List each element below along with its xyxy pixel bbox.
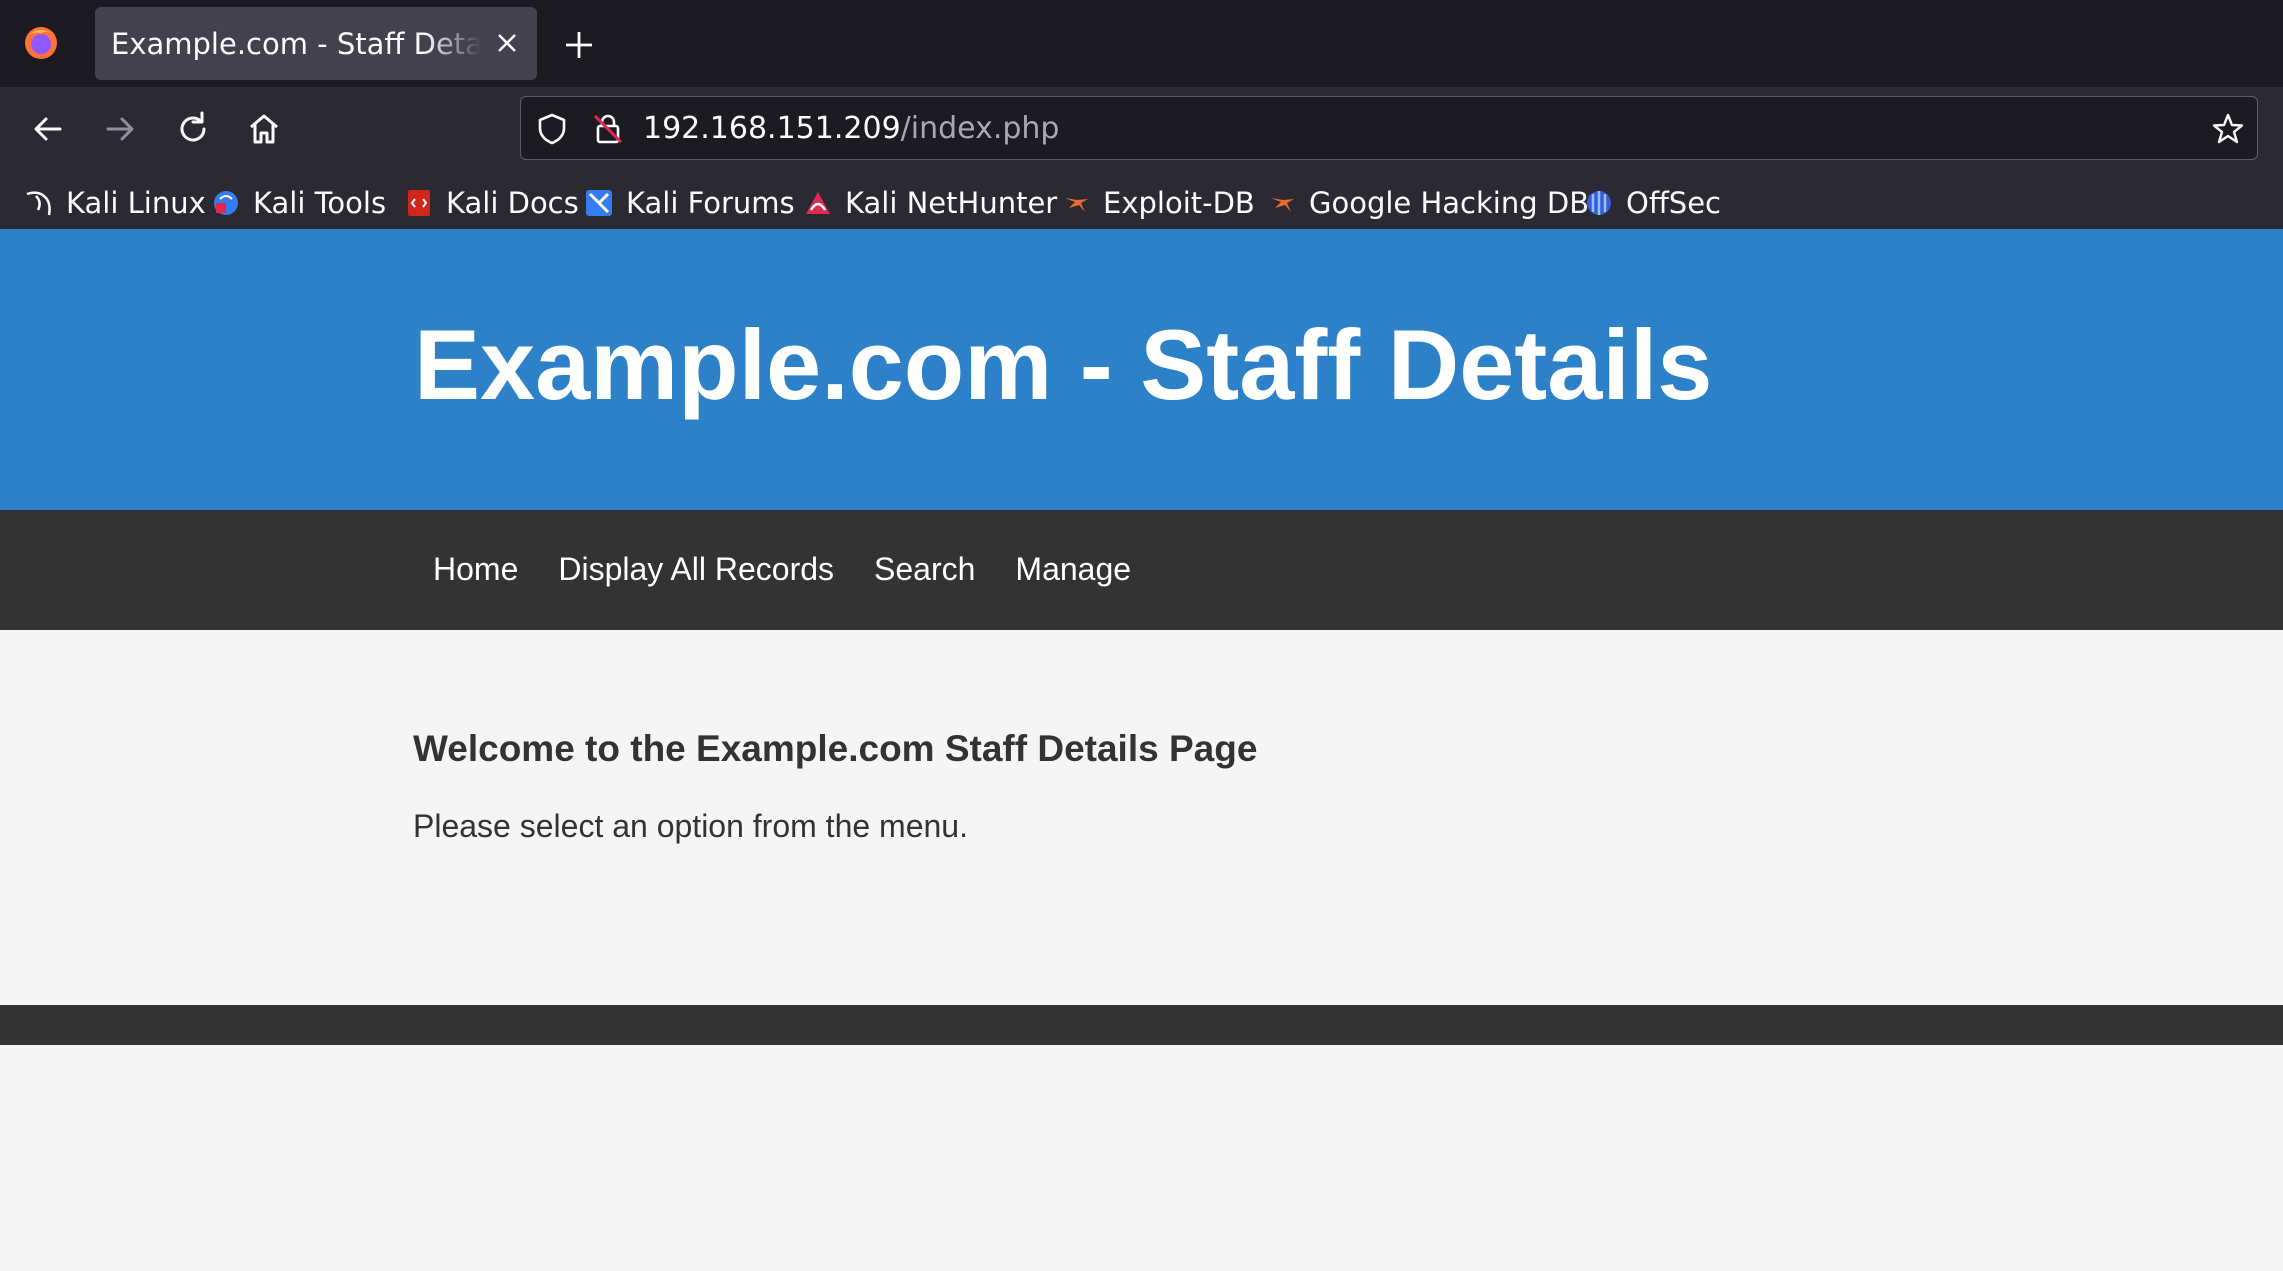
ghdb-icon bbox=[1271, 198, 1294, 212]
main-content: Welcome to the Example.com Staff Details… bbox=[0, 630, 2283, 1005]
bookmark-label: Kali NetHunter bbox=[845, 186, 1058, 220]
nav-manage-link[interactable]: Manage bbox=[1015, 549, 1131, 589]
bookmark-offsec[interactable]: OffSec bbox=[1584, 181, 1721, 225]
welcome-heading: Welcome to the Example.com Staff Details… bbox=[413, 728, 1258, 769]
bookmark-label: Google Hacking DB bbox=[1309, 186, 1590, 220]
site-title: Example.com - Staff Details bbox=[414, 309, 1713, 420]
kali-tools-icon bbox=[214, 191, 238, 215]
bookmark-label: Exploit-DB bbox=[1103, 186, 1255, 220]
bookmark-label: OffSec bbox=[1626, 186, 1722, 220]
back-arrow-icon[interactable] bbox=[28, 109, 68, 149]
offsec-icon bbox=[1587, 191, 1611, 215]
site-footer bbox=[0, 1005, 2283, 1045]
home-icon[interactable] bbox=[244, 109, 284, 149]
kali-docs-icon bbox=[408, 190, 430, 216]
bookmark-label: Kali Forums bbox=[626, 186, 795, 220]
bookmark-star-icon[interactable] bbox=[2211, 112, 2245, 146]
bookmark-kali-docs[interactable]: Kali Docs bbox=[404, 181, 579, 225]
firefox-icon[interactable] bbox=[22, 24, 60, 62]
new-tab-icon[interactable] bbox=[562, 28, 596, 62]
url-path: /index.php bbox=[900, 111, 1060, 146]
exploit-db-icon bbox=[1065, 198, 1088, 212]
close-icon[interactable] bbox=[493, 29, 521, 57]
bookmark-kali-nethunter[interactable]: Kali NetHunter bbox=[803, 181, 1057, 225]
bookmarks-toolbar: Kali Linux Kali Tools Kali Docs Kali For… bbox=[0, 173, 2283, 233]
forward-arrow-icon[interactable] bbox=[100, 109, 140, 149]
nethunter-icon bbox=[806, 192, 830, 214]
nav-home-link[interactable]: Home bbox=[433, 549, 518, 589]
reload-icon[interactable] bbox=[173, 109, 213, 149]
kali-dragon-icon bbox=[26, 191, 51, 216]
browser-tab-bar: Example.com - Staff Details - Mozilla Fi… bbox=[0, 0, 2283, 87]
shield-icon[interactable] bbox=[535, 112, 569, 146]
bookmark-label: Kali Linux bbox=[66, 186, 206, 220]
address-bar[interactable]: 192.168.151.209/index.php bbox=[520, 96, 2258, 160]
page-blank-area bbox=[0, 1045, 2283, 1271]
active-tab[interactable]: Example.com - Staff Details - Mozilla Fi… bbox=[95, 7, 537, 80]
bookmark-kali-tools[interactable]: Kali Tools bbox=[211, 181, 386, 225]
url-text[interactable]: 192.168.151.209/index.php bbox=[643, 111, 1059, 147]
bookmark-kali-forums[interactable]: Kali Forums bbox=[584, 181, 795, 225]
site-nav: Home Display All Records Search Manage bbox=[0, 510, 2283, 630]
insecure-lock-icon[interactable] bbox=[591, 112, 625, 146]
nav-display-all-records-link[interactable]: Display All Records bbox=[558, 549, 834, 589]
url-host: 192.168.151.209 bbox=[643, 111, 901, 146]
bookmark-label: Kali Docs bbox=[446, 186, 579, 220]
bookmark-google-hacking-db[interactable]: Google Hacking DB bbox=[1267, 181, 1589, 225]
instruction-text: Please select an option from the menu. bbox=[413, 808, 968, 844]
kali-forums-icon bbox=[586, 190, 612, 216]
tab-title: Example.com - Staff Details - Mozilla Fi… bbox=[111, 27, 481, 61]
bookmark-label: Kali Tools bbox=[253, 186, 387, 220]
bookmark-kali-linux[interactable]: Kali Linux bbox=[24, 181, 206, 225]
bookmark-exploit-db[interactable]: Exploit-DB bbox=[1061, 181, 1255, 225]
nav-search-link[interactable]: Search bbox=[874, 549, 975, 589]
site-header: Example.com - Staff Details bbox=[0, 229, 2283, 510]
